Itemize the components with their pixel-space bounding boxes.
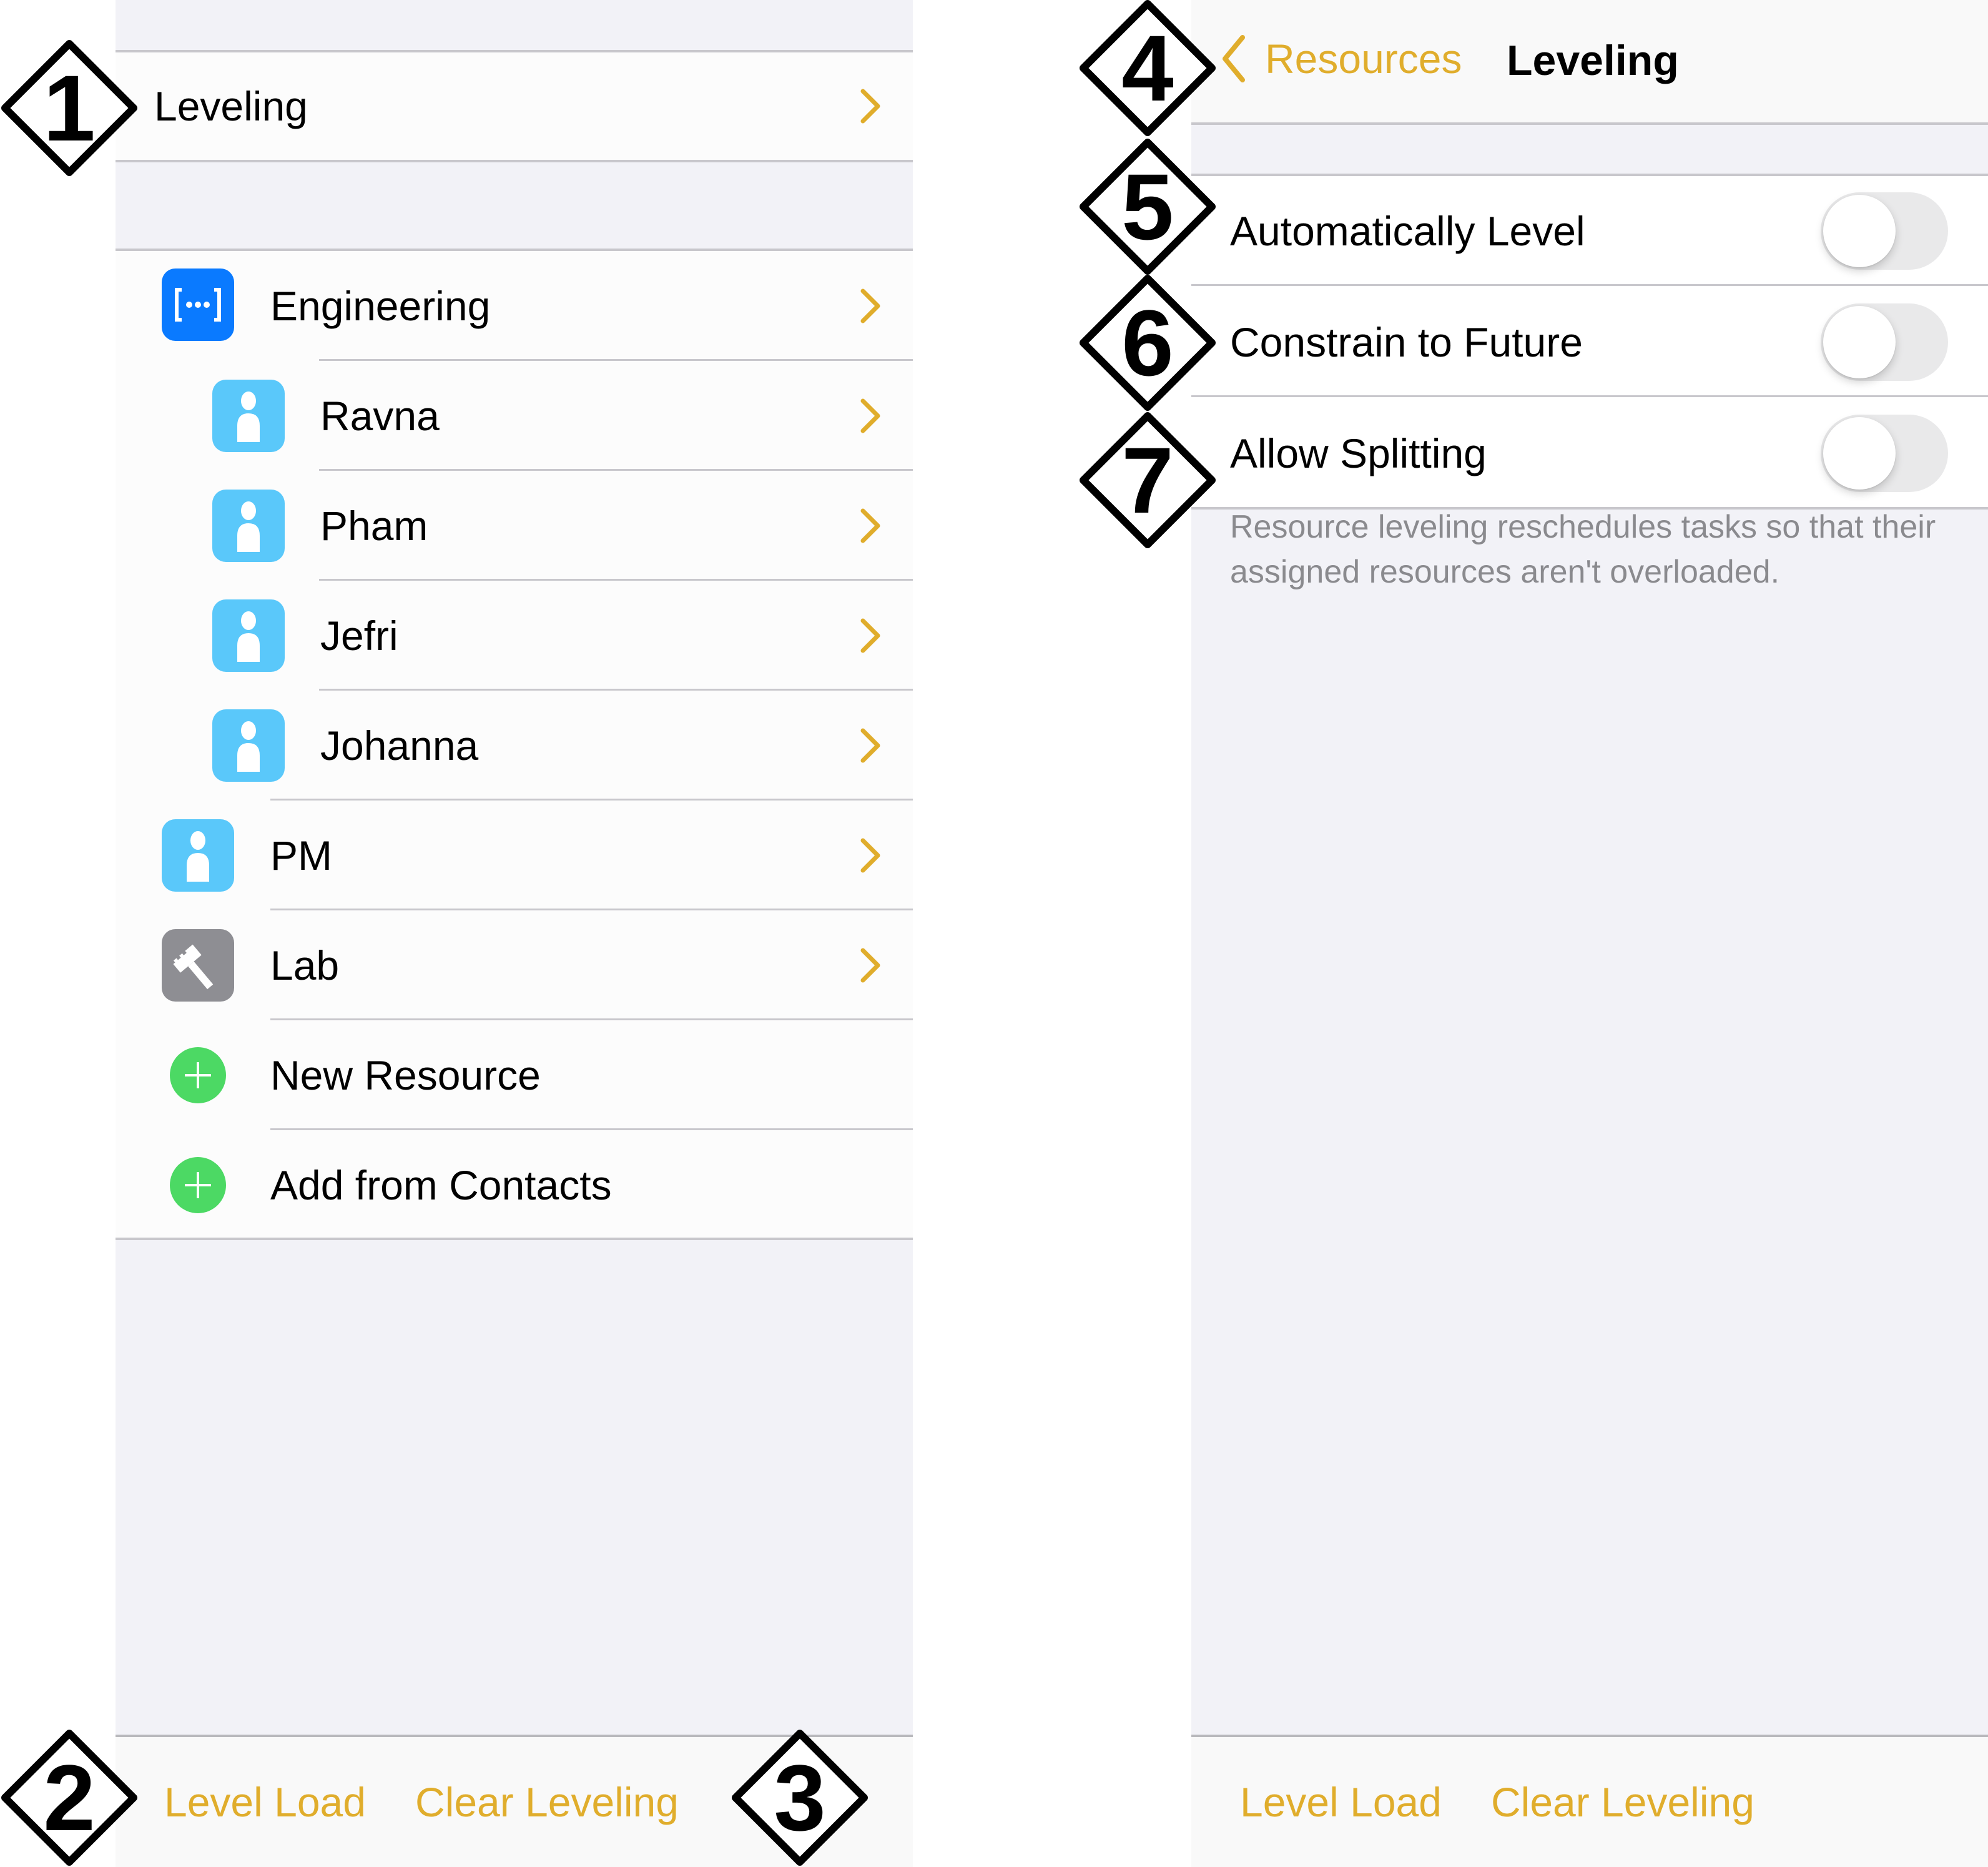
setting-allow-splitting: Allow Splitting xyxy=(1191,398,1988,508)
callout-marker: 4 xyxy=(1080,0,1216,136)
toggle-knob xyxy=(1823,306,1896,378)
setting-label: Constrain to Future xyxy=(1230,319,1583,365)
chevron-right-icon xyxy=(859,727,882,764)
chevron-right-icon xyxy=(859,837,882,874)
resource-list: Engineering Ravna Pham Jefri Johanna PM … xyxy=(116,251,913,1238)
callout-marker: 2 xyxy=(1,1730,137,1866)
chevron-right-icon xyxy=(859,87,882,125)
back-button-label: Resources xyxy=(1265,36,1462,82)
resource-label: Jefri xyxy=(320,613,398,659)
callout-number: 7 xyxy=(1121,427,1174,533)
resource-label: Lab xyxy=(270,942,340,988)
resource-label: PM xyxy=(270,832,332,879)
person-icon xyxy=(212,380,285,452)
plus-circle-icon xyxy=(170,1157,226,1213)
callout-number: 4 xyxy=(1121,15,1174,121)
toggle-knob xyxy=(1823,417,1896,490)
resources-panel: Leveling Engineering Ravna Pham Jefri Jo… xyxy=(116,0,913,1867)
setting-automatically-level: Automatically Level xyxy=(1191,176,1988,286)
callout-marker: 7 xyxy=(1080,412,1216,548)
add-from-contacts-label: Add from Contacts xyxy=(270,1162,612,1208)
leveling-row[interactable]: Leveling xyxy=(116,52,913,160)
chevron-right-icon xyxy=(859,617,882,654)
page-title: Leveling xyxy=(1507,37,1679,84)
chevron-left-icon xyxy=(1223,35,1245,82)
allow-splitting-toggle[interactable] xyxy=(1821,415,1948,492)
person-icon xyxy=(212,709,285,782)
clear-leveling-button[interactable]: Clear Leveling xyxy=(415,1778,679,1826)
leveling-options: Automatically Level Constrain to Future … xyxy=(1191,176,1988,507)
leveling-group: Leveling xyxy=(116,52,913,160)
callout-number: 2 xyxy=(43,1745,96,1850)
resource-label: Engineering xyxy=(270,283,491,329)
level-load-button[interactable]: Level Load xyxy=(164,1778,366,1826)
resource-label: Pham xyxy=(320,503,428,549)
callout-number: 5 xyxy=(1121,154,1174,259)
divider xyxy=(1191,284,1988,286)
callout-marker: 1 xyxy=(1,40,137,176)
resource-row-pham[interactable]: Pham xyxy=(116,471,913,581)
chevron-right-icon xyxy=(859,947,882,984)
resource-row-lab[interactable]: Lab xyxy=(116,910,913,1020)
leveling-row-label: Leveling xyxy=(154,83,308,129)
back-button[interactable]: Resources xyxy=(1220,32,1462,85)
resource-row-engineering[interactable]: Engineering xyxy=(116,251,913,361)
callout-number: 1 xyxy=(43,55,96,160)
leveling-settings-panel: Resources Leveling Automatically Level C… xyxy=(1191,0,1988,1867)
group-icon xyxy=(162,268,234,341)
person-icon xyxy=(212,490,285,562)
setting-constrain-to-future: Constrain to Future xyxy=(1191,287,1988,397)
hammer-icon xyxy=(162,929,234,1002)
bottom-toolbar: Level Load Clear Leveling xyxy=(1191,1735,1988,1867)
clear-leveling-button[interactable]: Clear Leveling xyxy=(1491,1778,1754,1826)
resource-label: Ravna xyxy=(320,393,440,439)
resource-row-ravna[interactable]: Ravna xyxy=(116,361,913,471)
person-icon xyxy=(212,599,285,672)
resource-label: Johanna xyxy=(320,722,479,769)
resource-row-jefri[interactable]: Jefri xyxy=(116,581,913,691)
new-resource-button[interactable]: New Resource xyxy=(116,1020,913,1130)
divider xyxy=(116,160,913,162)
divider xyxy=(116,1238,913,1240)
callout-marker: 6 xyxy=(1080,275,1216,411)
callout-marker: 5 xyxy=(1080,139,1216,275)
toggle-knob xyxy=(1823,195,1896,267)
level-load-button[interactable]: Level Load xyxy=(1240,1778,1442,1826)
navigation-bar: Resources Leveling xyxy=(1191,0,1988,125)
chevron-right-icon xyxy=(859,287,882,325)
callout-number: 6 xyxy=(1121,290,1174,395)
setting-label: Allow Splitting xyxy=(1230,430,1487,476)
chevron-right-icon xyxy=(859,507,882,544)
constrain-to-future-toggle[interactable] xyxy=(1821,303,1948,381)
chevron-right-icon xyxy=(859,397,882,435)
resource-row-johanna[interactable]: Johanna xyxy=(116,691,913,800)
callout-number: 3 xyxy=(774,1745,826,1850)
resource-row-pm[interactable]: PM xyxy=(116,800,913,910)
plus-circle-icon xyxy=(170,1047,226,1103)
automatically-level-toggle[interactable] xyxy=(1821,192,1948,270)
leveling-description: Resource leveling reschedules tasks so t… xyxy=(1230,509,1936,590)
person-icon xyxy=(162,819,234,892)
setting-label: Automatically Level xyxy=(1230,208,1585,254)
callout-marker: 3 xyxy=(732,1730,868,1866)
add-from-contacts-button[interactable]: Add from Contacts xyxy=(116,1130,913,1240)
divider xyxy=(1191,395,1988,397)
new-resource-label: New Resource xyxy=(270,1052,541,1098)
